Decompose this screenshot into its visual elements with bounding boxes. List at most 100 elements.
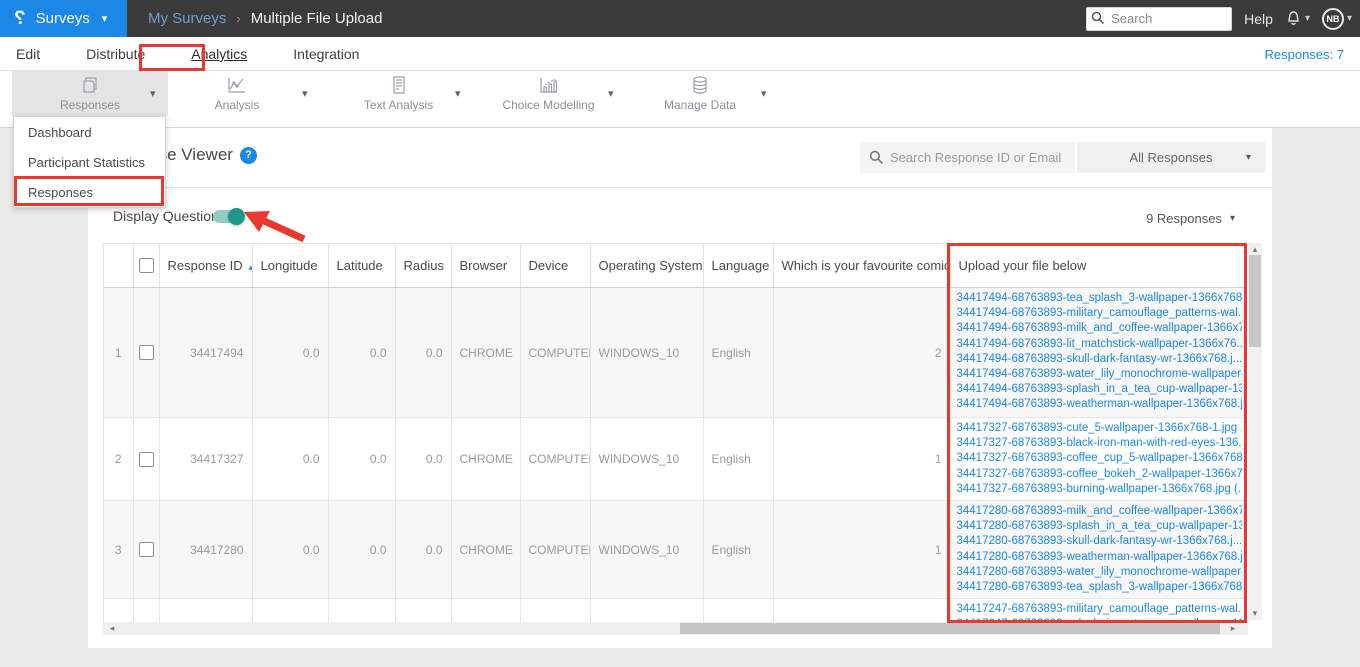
row-checkbox-cell [133, 287, 160, 418]
horizontal-scrollbar-thumb[interactable] [680, 623, 1220, 634]
tab-integration[interactable]: Integration [293, 46, 359, 62]
file-link[interactable]: 34417280-68763893-splash_in_a_tea_cup-wa… [957, 519, 1242, 534]
file-link[interactable]: 34417247-68763893-military_camouflage_pa… [957, 602, 1242, 617]
response-id-cell[interactable]: 34417327 [159, 417, 253, 502]
col-operating-system[interactable]: Operating System [590, 243, 704, 288]
col-device[interactable]: Device [520, 243, 591, 288]
file-link[interactable]: 34417280-68763893-skull-dark-fantasy-wr-… [957, 534, 1242, 549]
file-link[interactable]: 34417280-68763893-milk_and_coffee-wallpa… [957, 504, 1242, 519]
file-link[interactable]: 34417280-68763893-water_lily_monochrome-… [957, 565, 1242, 580]
longitude-cell: 0.0 [252, 500, 329, 600]
toolbar-analysis[interactable]: Analysis [177, 71, 297, 116]
select-all-checkbox[interactable] [138, 258, 154, 273]
vertical-scrollbar-thumb[interactable] [1249, 255, 1261, 347]
latitude-cell: 0.0 [328, 500, 396, 600]
manage-data-dropdown-caret[interactable]: ▾ [761, 87, 767, 100]
help-link[interactable]: Help [1244, 11, 1273, 27]
row-number-cell: 2 [104, 417, 134, 502]
file-link[interactable]: 34417494-68763893-water_lily_monochrome-… [957, 367, 1242, 382]
row-checkbox-cell [133, 598, 160, 622]
file-link[interactable]: 34417327-68763893-black-iron-man-with-re… [957, 436, 1242, 451]
notifications-menu[interactable]: ▾ [1285, 10, 1310, 28]
toolbar-manage-data[interactable]: Manage Data [640, 71, 760, 116]
device-cell: COMPUTER [520, 417, 591, 502]
tab-edit[interactable]: Edit [16, 46, 40, 62]
response-id-cell[interactable]: 34417494 [159, 287, 253, 418]
file-link[interactable]: 34417494-68763893-milk_and_coffee-wallpa… [957, 321, 1242, 336]
response-search-input[interactable] [860, 142, 1075, 173]
file-link[interactable]: 34417280-68763893-tea_splash_3-wallpaper… [957, 580, 1242, 595]
table-row: 3344172800.00.00.0CHROMECOMPUTERWINDOWS_… [104, 500, 1247, 600]
scroll-down-icon[interactable]: ▾ [1248, 608, 1262, 619]
choice-modelling-dropdown-caret[interactable]: ▾ [608, 87, 614, 100]
analysis-dropdown-caret[interactable]: ▾ [302, 87, 308, 100]
row-checkbox[interactable] [138, 542, 154, 558]
file-link[interactable]: 34417327-68763893-coffee_cup_5-wallpaper… [957, 451, 1242, 466]
menu-item-participant-statistics[interactable]: Participant Statistics [14, 147, 165, 177]
response-search [860, 142, 1075, 173]
file-link[interactable]: 34417280-68763893-weatherman-wallpaper-1… [957, 550, 1242, 565]
device-cell [520, 598, 591, 622]
scroll-right-icon[interactable]: ▸ [1226, 623, 1240, 634]
col-radius[interactable]: Radius [395, 243, 452, 288]
file-link[interactable]: 34417327-68763893-burning-wallpaper-1366… [957, 482, 1242, 497]
display-questions-toggle[interactable] [213, 208, 245, 225]
toolbar-choice-modelling[interactable]: Choice Modelling [486, 71, 611, 116]
row-checkbox[interactable] [138, 451, 154, 467]
toolbar-responses[interactable]: Responses [12, 71, 168, 116]
file-link[interactable]: 34417494-68763893-skull-dark-fantasy-wr-… [957, 352, 1242, 367]
analysis-chart-icon [228, 78, 245, 93]
file-link[interactable]: 34417494-68763893-splash_in_a_tea_cup-wa… [957, 382, 1242, 397]
file-link[interactable]: 34417494-68763893-weatherman-wallpaper-1… [957, 397, 1242, 412]
response-filter-select[interactable]: All Responses ▾ [1077, 142, 1265, 173]
help-question-icon[interactable]: ? [239, 146, 257, 164]
col-latitude[interactable]: Latitude [328, 243, 396, 288]
col-language[interactable]: Language [703, 243, 774, 288]
product-switcher[interactable]: ? Surveys ▾ [0, 0, 127, 37]
language-cell [703, 598, 774, 622]
radius-cell: 0.0 [395, 417, 452, 502]
responses-count-badge[interactable]: Responses: 7 [1265, 37, 1345, 71]
file-link[interactable]: 34417494-68763893-lit_matchstick-wallpap… [957, 337, 1242, 352]
scroll-left-icon[interactable]: ◂ [105, 623, 119, 634]
responses-menu: Dashboard Participant Statistics Respons… [13, 116, 166, 208]
horizontal-scrollbar[interactable]: ◂ ▸ [103, 622, 1248, 635]
questionpro-logo-icon: ? [14, 7, 26, 29]
row-checkbox[interactable] [138, 345, 154, 360]
col-browser[interactable]: Browser [451, 243, 521, 288]
scroll-up-icon[interactable]: ▴ [1248, 244, 1262, 255]
file-link[interactable]: 34417494-68763893-tea_splash_3-wallpaper… [957, 291, 1242, 306]
toolbar-text-analysis[interactable]: Text Analysis [336, 71, 461, 116]
response-id-cell[interactable]: 34417280 [159, 500, 253, 600]
tab-analytics[interactable]: Analytics [191, 46, 247, 62]
manage-data-icon [693, 76, 707, 94]
file-link[interactable]: 34417327-68763893-cute_5-wallpaper-1366x… [957, 421, 1242, 436]
col-response-id[interactable]: Response ID▴ [159, 243, 253, 288]
language-cell: English [703, 287, 774, 418]
account-menu[interactable]: NB ▾ [1321, 7, 1352, 30]
file-link[interactable]: 34417327-68763893-coffee_bokeh_2-wallpap… [957, 467, 1242, 482]
menu-item-responses[interactable]: Responses [14, 177, 165, 207]
chevron-down-icon: ▾ [1245, 152, 1251, 163]
os-cell: WINDOWS_10 [590, 417, 704, 502]
table-body: 1344174940.00.00.0CHROMECOMPUTERWINDOWS_… [104, 287, 1247, 622]
menu-item-dashboard[interactable]: Dashboard [14, 117, 165, 147]
breadcrumb-my-surveys[interactable]: My Surveys [148, 10, 226, 27]
topbar-right-cluster: Help ▾ NB ▾ [1086, 0, 1352, 37]
global-search-input[interactable] [1086, 6, 1233, 31]
search-icon [1091, 11, 1105, 24]
longitude-cell: 0.0 [252, 287, 329, 418]
text-analysis-dropdown-caret[interactable]: ▾ [455, 87, 461, 100]
vertical-scrollbar[interactable]: ▴ ▾ [1248, 243, 1262, 620]
col-upload-file[interactable]: Upload your file below [950, 243, 1247, 288]
col-longitude[interactable]: Longitude [252, 243, 329, 288]
browser-cell: CHROME [451, 287, 521, 418]
responses-dropdown-caret[interactable]: ▾ [150, 87, 156, 100]
table-row: 34417247-68763893-military_camouflage_pa… [104, 598, 1247, 622]
responses-count-dropdown[interactable]: 9 Responses ▾ [1146, 211, 1235, 226]
chevron-down-icon: ▾ [101, 13, 108, 25]
response-id-cell[interactable] [159, 598, 253, 622]
tab-distribute[interactable]: Distribute [86, 46, 145, 62]
col-favourite-comics[interactable]: Which is your favourite comics? [773, 243, 951, 288]
file-link[interactable]: 34417494-68763893-military_camouflage_pa… [957, 306, 1242, 321]
